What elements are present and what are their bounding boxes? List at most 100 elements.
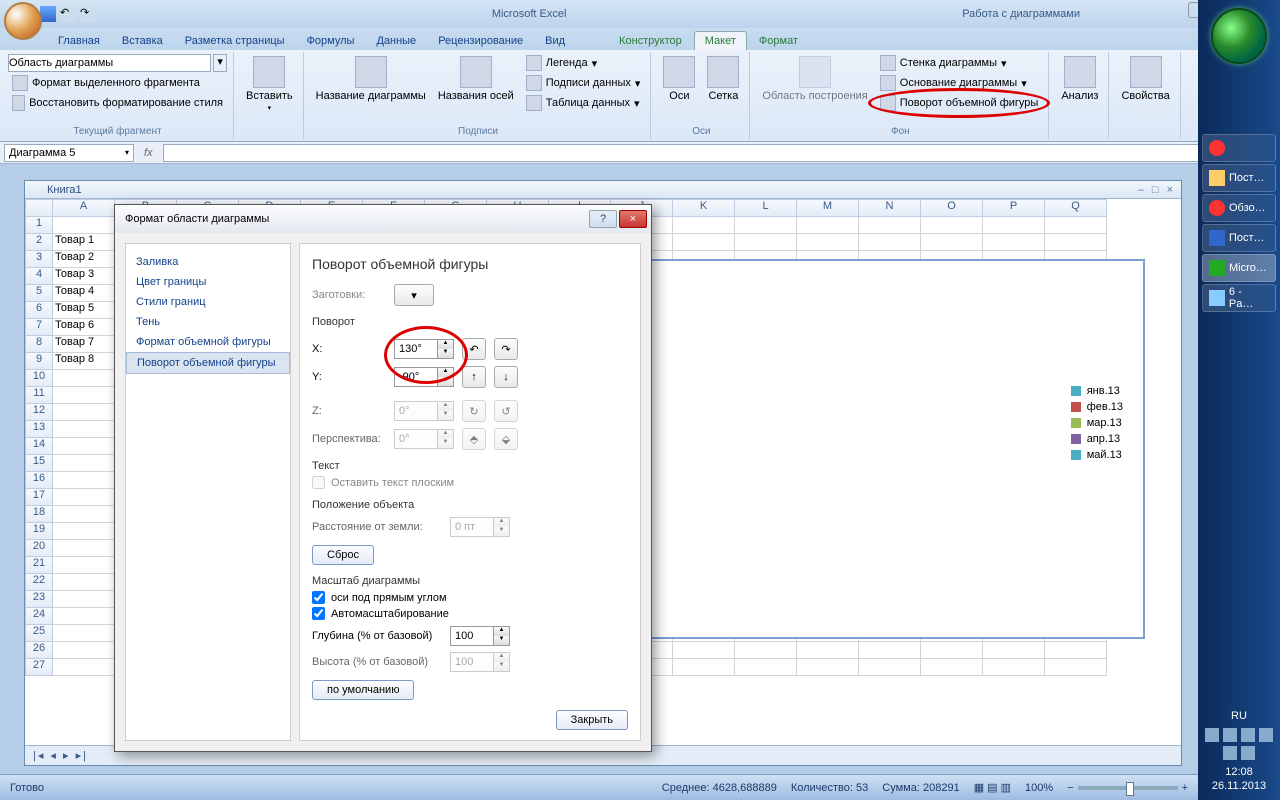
row-header[interactable]: 3 xyxy=(25,251,53,268)
row-header[interactable]: 27 xyxy=(25,659,53,676)
cell[interactable] xyxy=(53,574,115,591)
insert-button[interactable]: Вставить▾ xyxy=(242,54,297,114)
language-indicator[interactable]: RU xyxy=(1198,710,1280,722)
cell[interactable] xyxy=(673,234,735,251)
tab-page-layout[interactable]: Разметка страницы xyxy=(175,32,295,50)
cell[interactable] xyxy=(673,659,735,676)
tab-design[interactable]: Конструктор xyxy=(609,32,692,50)
cell[interactable] xyxy=(735,234,797,251)
cell[interactable]: Товар 6 xyxy=(53,319,115,336)
name-box[interactable]: Диаграмма 5▾ xyxy=(4,144,134,162)
cell[interactable]: Товар 5 xyxy=(53,302,115,319)
row-header[interactable]: 5 xyxy=(25,285,53,302)
cell[interactable]: Товар 2 xyxy=(53,251,115,268)
cell[interactable] xyxy=(53,387,115,404)
dialog-nav-item[interactable]: Тень xyxy=(126,312,290,332)
clock-date[interactable]: 26.11.2013 xyxy=(1198,780,1280,792)
cell[interactable] xyxy=(859,217,921,234)
row-header[interactable]: 15 xyxy=(25,455,53,472)
rotate-y-up-button[interactable]: ↑ xyxy=(462,366,486,388)
cell[interactable] xyxy=(53,523,115,540)
row-header[interactable]: 19 xyxy=(25,523,53,540)
chart-wall-button[interactable]: Стенка диаграммы ▾ xyxy=(876,54,1043,72)
row-header[interactable]: 26 xyxy=(25,642,53,659)
cell[interactable] xyxy=(53,506,115,523)
cell[interactable] xyxy=(1045,642,1107,659)
wb-minimize[interactable]: – xyxy=(1138,184,1144,196)
cell[interactable] xyxy=(53,625,115,642)
row-header[interactable]: 22 xyxy=(25,574,53,591)
3d-rotation-button[interactable]: Поворот объемной фигуры xyxy=(876,94,1043,112)
reset-button[interactable]: Сброс xyxy=(312,545,374,565)
rotate-x-right-button[interactable]: ↷ xyxy=(494,338,518,360)
taskbar-item[interactable]: 6 - Pa… xyxy=(1202,284,1276,312)
cell[interactable] xyxy=(1045,234,1107,251)
column-header[interactable]: K xyxy=(673,199,735,217)
column-header[interactable]: L xyxy=(735,199,797,217)
undo-icon[interactable]: ↶ xyxy=(60,6,76,22)
row-header[interactable]: 23 xyxy=(25,591,53,608)
reset-style-button[interactable]: Восстановить форматирование стиля xyxy=(8,94,227,112)
rotation-y-input[interactable]: ▲▼ xyxy=(394,367,454,387)
taskbar-item[interactable]: Micro… xyxy=(1202,254,1276,282)
cell[interactable] xyxy=(53,642,115,659)
dialog-nav-item[interactable]: Поворот объемной фигуры xyxy=(126,352,290,374)
tab-formulas[interactable]: Формулы xyxy=(297,32,365,50)
rotate-x-left-button[interactable]: ↶ xyxy=(462,338,486,360)
office-button[interactable] xyxy=(4,2,42,40)
tab-review[interactable]: Рецензирование xyxy=(428,32,533,50)
cell[interactable] xyxy=(53,455,115,472)
cell[interactable] xyxy=(735,217,797,234)
tab-view[interactable]: Вид xyxy=(535,32,575,50)
column-header[interactable]: N xyxy=(859,199,921,217)
redo-icon[interactable]: ↷ xyxy=(80,6,96,22)
wb-maximize[interactable]: □ xyxy=(1152,184,1159,196)
analysis-button[interactable]: Анализ xyxy=(1057,54,1102,104)
dialog-title-bar[interactable]: Формат области диаграммы ? × xyxy=(115,205,651,233)
cell[interactable] xyxy=(673,642,735,659)
view-buttons[interactable]: ▦ ▤ ▥ xyxy=(974,781,1011,794)
cell[interactable] xyxy=(797,217,859,234)
plot-area-button[interactable]: Область построения xyxy=(758,54,871,104)
gridlines-button[interactable]: Сетка xyxy=(703,54,743,104)
properties-button[interactable]: Свойства xyxy=(1117,54,1173,104)
tab-layout[interactable]: Макет xyxy=(694,31,747,50)
dialog-nav-item[interactable]: Заливка xyxy=(126,252,290,272)
cell[interactable] xyxy=(53,438,115,455)
cell[interactable] xyxy=(921,234,983,251)
tab-data[interactable]: Данные xyxy=(366,32,426,50)
taskbar-item[interactable]: Пост… xyxy=(1202,224,1276,252)
zoom-level[interactable]: 100% xyxy=(1025,782,1053,794)
row-header[interactable]: 12 xyxy=(25,404,53,421)
row-header[interactable]: 13 xyxy=(25,421,53,438)
sheet-nav[interactable]: |◂ ◂ ▸ ▸| xyxy=(33,749,88,762)
row-header[interactable]: 9 xyxy=(25,353,53,370)
cell[interactable]: Товар 1 xyxy=(53,234,115,251)
row-header[interactable]: 7 xyxy=(25,319,53,336)
row-header[interactable]: 6 xyxy=(25,302,53,319)
tab-insert[interactable]: Вставка xyxy=(112,32,173,50)
column-header[interactable]: Q xyxy=(1045,199,1107,217)
cell[interactable] xyxy=(859,234,921,251)
row-header[interactable]: 11 xyxy=(25,387,53,404)
cell[interactable] xyxy=(1045,659,1107,676)
cell[interactable] xyxy=(859,659,921,676)
dialog-help-button[interactable]: ? xyxy=(589,210,617,228)
row-header[interactable]: 24 xyxy=(25,608,53,625)
taskbar-item[interactable]: Пост… xyxy=(1202,164,1276,192)
close-button[interactable]: Закрыть xyxy=(556,710,628,730)
depth-input[interactable]: ▲▼ xyxy=(450,626,510,646)
column-header[interactable]: M xyxy=(797,199,859,217)
column-header[interactable]: A xyxy=(53,199,115,217)
taskbar-item[interactable]: Обзо… xyxy=(1202,194,1276,222)
row-header[interactable]: 8 xyxy=(25,336,53,353)
cell[interactable] xyxy=(983,217,1045,234)
tray-icons[interactable] xyxy=(1198,724,1280,764)
cell[interactable] xyxy=(53,404,115,421)
row-header[interactable]: 25 xyxy=(25,625,53,642)
rotation-x-input[interactable]: ▲▼ xyxy=(394,339,454,359)
cell[interactable] xyxy=(53,591,115,608)
row-header[interactable]: 18 xyxy=(25,506,53,523)
column-header[interactable] xyxy=(25,199,53,217)
dialog-nav-item[interactable]: Стили границ xyxy=(126,292,290,312)
